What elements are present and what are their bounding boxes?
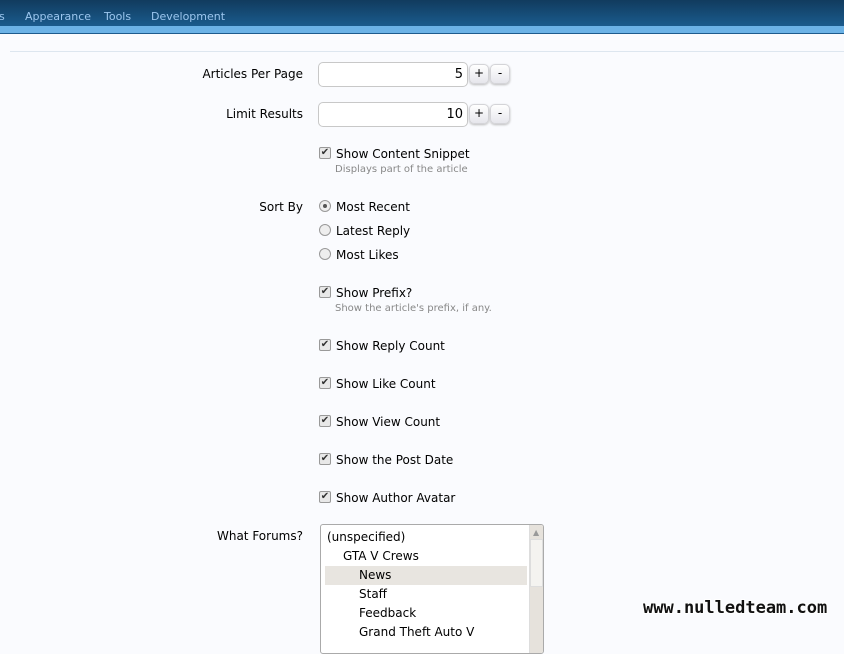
nav-item-development[interactable]: Development [151,10,225,23]
show-prefix-label: Show Prefix? [336,286,413,300]
show-post-date-label: Show the Post Date [336,453,454,467]
show-author-avatar-checkbox[interactable]: ✔ [319,491,331,503]
sort-most-likes-radio[interactable] [319,248,331,260]
sort-by-label: Sort By [259,200,303,214]
show-like-count-label: Show Like Count [336,377,436,391]
nav-strip [0,26,844,34]
limit-results-minus-button[interactable]: - [490,104,510,124]
scrollbar-thumb[interactable] [530,539,543,587]
forum-option[interactable]: Grand Theft Auto V [325,623,527,642]
show-post-date-checkbox[interactable]: ✔ [319,453,331,465]
show-view-count-checkbox[interactable]: ✔ [319,415,331,427]
articles-per-page-plus-button[interactable]: + [469,64,489,84]
what-forums-label: What Forums? [216,529,303,543]
show-reply-count-label: Show Reply Count [336,339,445,353]
show-view-count-label: Show View Count [336,415,441,429]
show-reply-count-checkbox[interactable]: ✔ [319,339,331,351]
articles-per-page-minus-button[interactable]: - [490,64,510,84]
watermark: www.nulledteam.com [643,598,828,618]
articles-per-page-label: Articles Per Page [202,67,303,81]
forum-option-selected[interactable]: News [325,566,527,585]
listbox-scrollbar[interactable]: ▲ [529,525,543,653]
sort-most-recent-label: Most Recent [336,200,410,214]
forum-option[interactable]: GTA V Crews [325,547,527,566]
sort-latest-reply-radio[interactable] [319,224,331,236]
show-like-count-checkbox[interactable]: ✔ [319,377,331,389]
show-author-avatar-label: Show Author Avatar [336,491,456,505]
forum-option[interactable]: (unspecified) [325,528,527,547]
sort-most-recent-radio[interactable] [319,200,331,212]
top-navigation: s Appearance Tools Development [0,0,844,26]
show-content-snippet-hint: Displays part of the article [335,164,468,175]
show-content-snippet-checkbox[interactable]: ✔ [319,147,331,159]
show-content-snippet-label: Show Content Snippet [336,147,470,161]
forum-option[interactable]: Staff [325,585,527,604]
sort-latest-reply-label: Latest Reply [336,224,411,238]
nav-item-partial[interactable]: s [0,10,5,23]
articles-per-page-input[interactable]: 5 [318,62,468,87]
nav-item-tools[interactable]: Tools [104,10,131,23]
nav-item-appearance[interactable]: Appearance [25,10,91,23]
scroll-up-arrow-icon[interactable]: ▲ [533,528,539,537]
forums-listbox[interactable]: (unspecified) GTA V Crews News Staff Fee… [320,524,544,654]
divider [10,51,844,52]
limit-results-input[interactable]: 10 [318,102,468,127]
sort-most-likes-label: Most Likes [336,248,399,262]
show-prefix-checkbox[interactable]: ✔ [319,286,331,298]
limit-results-label: Limit Results [226,107,303,121]
show-prefix-hint: Show the article's prefix, if any. [335,303,492,314]
limit-results-plus-button[interactable]: + [469,104,489,124]
forum-option[interactable]: Feedback [325,604,527,623]
